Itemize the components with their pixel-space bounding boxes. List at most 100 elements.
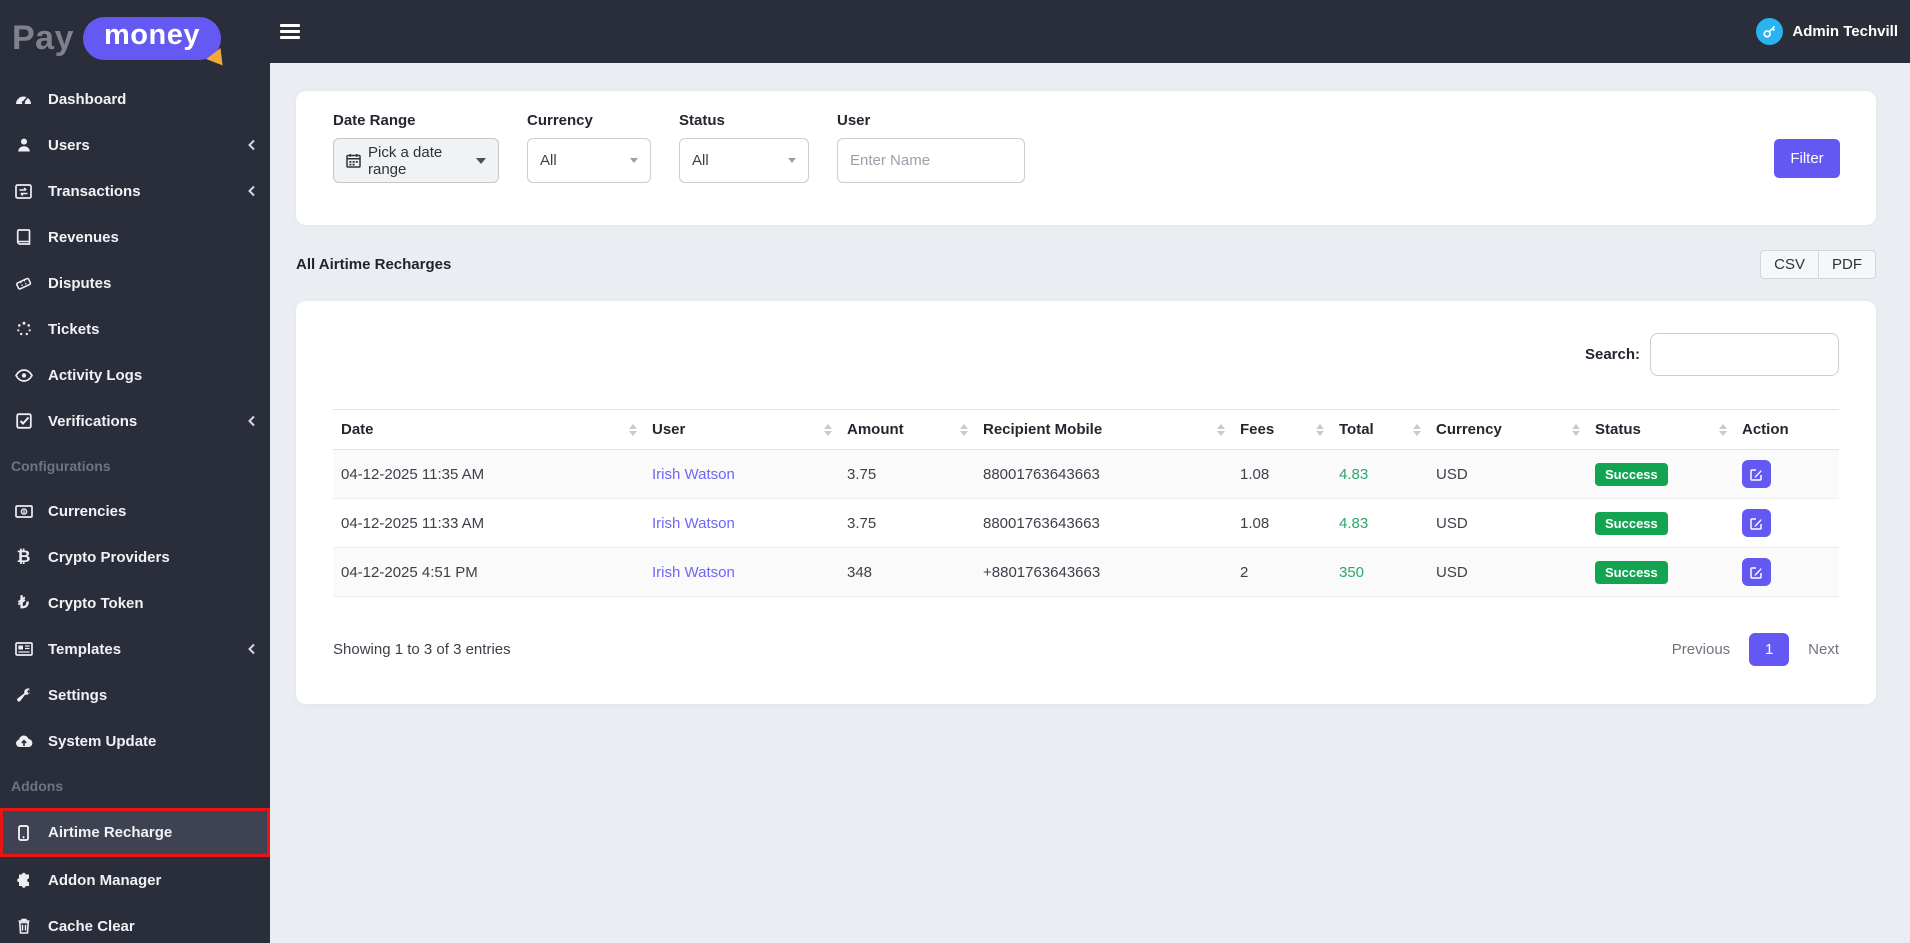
sidebar-item-label: Crypto Token bbox=[48, 594, 144, 612]
currency-label: Currency bbox=[527, 112, 593, 129]
sidebar-item-crypto-token[interactable]: ₺ Crypto Token bbox=[0, 580, 270, 626]
sidebar-item-label: System Update bbox=[48, 732, 157, 750]
column-header-recipient-mobile[interactable]: Recipient Mobile bbox=[975, 409, 1232, 450]
cell-amount: 3.75 bbox=[839, 449, 975, 499]
sort-icon bbox=[1719, 423, 1727, 436]
chevron-left-icon bbox=[247, 643, 256, 655]
column-header-action: Action bbox=[1734, 409, 1839, 450]
status-badge: Success bbox=[1595, 462, 1668, 486]
sidebar-item-crypto-providers[interactable]: ₿ Crypto Providers bbox=[0, 534, 270, 580]
sidebar-item-revenues[interactable]: Revenues bbox=[0, 214, 270, 260]
sidebar-item-disputes[interactable]: Disputes bbox=[0, 260, 270, 306]
page-title: All Airtime Recharges bbox=[296, 256, 452, 273]
sidebar-item-templates[interactable]: Templates bbox=[0, 626, 270, 672]
search-input[interactable] bbox=[1650, 333, 1839, 376]
bitcoin-icon: ₿ bbox=[16, 547, 31, 566]
verifications-icon bbox=[11, 413, 36, 429]
column-header-user[interactable]: User bbox=[644, 409, 839, 450]
user-link[interactable]: Irish Watson bbox=[652, 564, 735, 581]
date-range-picker[interactable]: Pick a date range bbox=[333, 138, 499, 183]
export-pdf-button[interactable]: PDF bbox=[1818, 250, 1876, 279]
edit-icon bbox=[1750, 468, 1763, 481]
chevron-left-icon bbox=[247, 185, 256, 197]
sort-icon bbox=[960, 423, 968, 436]
user-name-input[interactable] bbox=[850, 152, 1012, 169]
column-header-amount[interactable]: Amount bbox=[839, 409, 975, 450]
pagination: Previous 1 Next bbox=[1672, 633, 1839, 666]
cell-date: 04-12-2025 4:51 PM bbox=[333, 547, 644, 597]
hamburger-menu-icon[interactable] bbox=[280, 24, 300, 39]
column-header-currency[interactable]: Currency bbox=[1428, 409, 1587, 450]
export-csv-button[interactable]: CSV bbox=[1760, 250, 1819, 279]
sidebar-item-label: Activity Logs bbox=[48, 366, 143, 384]
user-name-field-wrap bbox=[837, 138, 1025, 183]
column-header-fees[interactable]: Fees bbox=[1232, 409, 1331, 450]
table-header-row: Date User Amount Recipient Mobile Fees T… bbox=[333, 409, 1839, 450]
currency-select[interactable]: All bbox=[527, 138, 651, 183]
table-row: 04-12-2025 4:51 PM Irish Watson 348 +880… bbox=[333, 547, 1839, 597]
sidebar-item-label: Settings bbox=[48, 686, 108, 704]
sidebar-item-users[interactable]: Users bbox=[0, 122, 270, 168]
dashboard-icon bbox=[11, 91, 36, 107]
sidebar-item-label: Verifications bbox=[48, 412, 138, 430]
admin-user-menu[interactable]: Admin Techvill bbox=[1756, 18, 1898, 45]
sort-icon bbox=[1217, 423, 1225, 436]
sidebar-nav: Dashboard Users Transactions Revenues Di… bbox=[0, 76, 270, 943]
sidebar-item-cache-clear[interactable]: Cache Clear bbox=[0, 903, 270, 943]
filter-panel: Date Range Pick a date range Currency Al… bbox=[296, 91, 1876, 225]
user-link[interactable]: Irish Watson bbox=[652, 515, 735, 532]
sidebar-item-verifications[interactable]: Verifications bbox=[0, 398, 270, 444]
filter-button[interactable]: Filter bbox=[1774, 139, 1840, 178]
sidebar-item-settings[interactable]: Settings bbox=[0, 672, 270, 718]
tickets-icon bbox=[11, 321, 36, 337]
column-header-total[interactable]: Total bbox=[1331, 409, 1428, 450]
sidebar-item-dashboard[interactable]: Dashboard bbox=[0, 76, 270, 122]
cell-date: 04-12-2025 11:35 AM bbox=[333, 449, 644, 499]
chevron-left-icon bbox=[247, 139, 256, 151]
cell-recipient-mobile: +8801763643663 bbox=[975, 547, 1232, 597]
current-page-button[interactable]: 1 bbox=[1749, 633, 1790, 666]
date-range-label: Date Range bbox=[333, 112, 416, 129]
sidebar-item-activity-logs[interactable]: Activity Logs bbox=[0, 352, 270, 398]
sidebar-item-label: Crypto Providers bbox=[48, 548, 170, 566]
caret-down-icon bbox=[630, 158, 638, 163]
edit-icon bbox=[1750, 517, 1763, 530]
sidebar-section-addons: Addons bbox=[11, 778, 64, 794]
transactions-icon bbox=[11, 183, 36, 199]
logo-text-money: money bbox=[104, 18, 200, 51]
cell-recipient-mobile: 88001763643663 bbox=[975, 498, 1232, 548]
status-badge: Success bbox=[1595, 560, 1668, 584]
export-buttons: CSV PDF bbox=[1760, 250, 1876, 279]
entries-summary: Showing 1 to 3 of 3 entries bbox=[333, 641, 511, 658]
sort-icon bbox=[1316, 423, 1324, 436]
status-label: Status bbox=[679, 112, 725, 129]
sidebar-item-currencies[interactable]: Currencies bbox=[0, 488, 270, 534]
sidebar-item-airtime-recharge[interactable]: Airtime Recharge bbox=[0, 808, 270, 857]
sidebar-item-addon-manager[interactable]: Addon Manager bbox=[0, 857, 270, 903]
lira-token-icon: ₺ bbox=[18, 593, 29, 612]
status-select[interactable]: All bbox=[679, 138, 809, 183]
sort-icon bbox=[1572, 423, 1580, 436]
cloud-upload-icon bbox=[11, 734, 36, 748]
column-header-status[interactable]: Status bbox=[1587, 409, 1734, 450]
edit-action-button[interactable] bbox=[1742, 509, 1771, 537]
edit-action-button[interactable] bbox=[1742, 558, 1771, 586]
sort-icon bbox=[1413, 423, 1421, 436]
sidebar-item-system-update[interactable]: System Update bbox=[0, 718, 270, 764]
search-label: Search: bbox=[1584, 346, 1640, 363]
cell-currency: USD bbox=[1428, 547, 1587, 597]
sidebar-item-label: Transactions bbox=[48, 182, 141, 200]
next-page-button[interactable]: Next bbox=[1808, 641, 1839, 658]
cell-total: 350 bbox=[1331, 547, 1428, 597]
sidebar-item-transactions[interactable]: Transactions bbox=[0, 168, 270, 214]
paymoney-logo[interactable]: Pay money bbox=[0, 0, 270, 76]
column-header-date[interactable]: Date bbox=[333, 409, 644, 450]
sidebar-item-tickets[interactable]: Tickets bbox=[0, 306, 270, 352]
previous-page-button[interactable]: Previous bbox=[1672, 641, 1730, 658]
date-range-value: Pick a date range bbox=[368, 143, 443, 178]
edit-action-button[interactable] bbox=[1742, 460, 1771, 488]
cell-currency: USD bbox=[1428, 449, 1587, 499]
calendar-icon bbox=[346, 153, 361, 168]
cell-amount: 3.75 bbox=[839, 498, 975, 548]
user-link[interactable]: Irish Watson bbox=[652, 466, 735, 483]
